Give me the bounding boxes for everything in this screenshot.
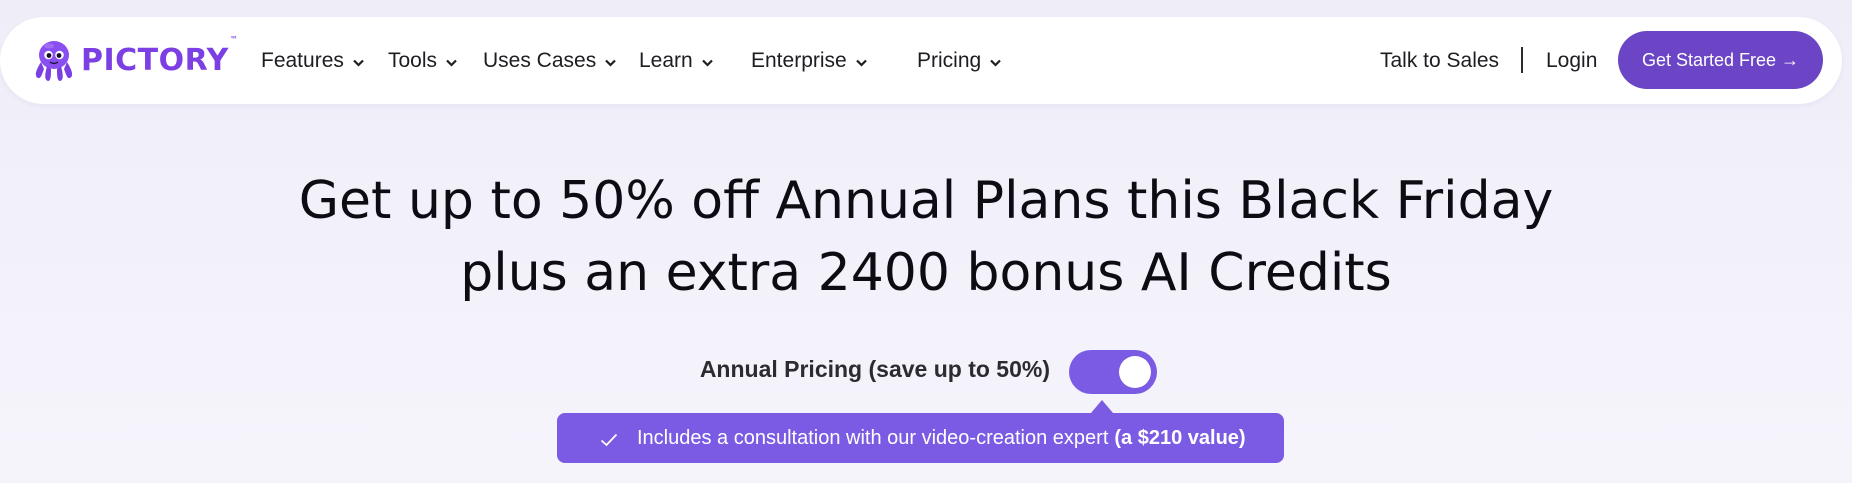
callout-highlight: (a $210 value) <box>1114 426 1246 449</box>
toggle-knob <box>1119 356 1151 388</box>
chevron-down-icon <box>605 59 616 67</box>
talk-to-sales-link[interactable]: Talk to Sales <box>1380 17 1499 104</box>
brand-name: PICTORY <box>81 42 229 78</box>
get-started-free-button[interactable]: Get Started Free → <box>1618 31 1823 89</box>
chevron-down-icon <box>446 59 457 67</box>
octopus-mascot-icon <box>35 41 73 81</box>
chevron-down-icon <box>353 59 364 67</box>
nav-divider <box>1521 47 1523 73</box>
chevron-down-icon <box>855 59 867 67</box>
hero-headline: Get up to 50% off Annual Plans this Blac… <box>0 165 1852 309</box>
trademark-symbol: ™ <box>229 35 238 44</box>
annual-pricing-toggle[interactable] <box>1069 350 1157 394</box>
nav-item-label: Learn <box>639 48 693 72</box>
chevron-down-icon <box>701 59 713 67</box>
nav-item-pricing[interactable]: Pricing <box>917 17 1001 104</box>
login-link[interactable]: Login <box>1546 17 1597 104</box>
callout-text: Includes a consultation with our video-c… <box>637 426 1109 449</box>
annual-pricing-label: Annual Pricing (save up to 50%) <box>699 356 1050 382</box>
nav-item-label: Tools <box>388 48 438 72</box>
callout-pointer <box>1091 400 1113 413</box>
hero-headline-line-1: Get up to 50% off Annual Plans this Blac… <box>298 171 1554 231</box>
nav-item-label: Pricing <box>917 48 982 72</box>
brand-logo[interactable]: PICTORY ™ <box>30 35 238 85</box>
nav-item-features[interactable]: Features <box>261 17 364 104</box>
consultation-callout: Includes a consultation with our video-c… <box>557 413 1284 463</box>
nav-item-learn[interactable]: Learn <box>639 17 713 104</box>
nav-item-label: Uses Cases <box>483 48 597 72</box>
nav-item-label: Features <box>261 48 344 72</box>
chevron-down-icon <box>990 59 1001 67</box>
nav-item-tools[interactable]: Tools <box>388 17 457 104</box>
check-icon <box>600 433 618 446</box>
nav-item-enterprise[interactable]: Enterprise <box>751 17 867 104</box>
nav-item-label: Enterprise <box>751 48 847 72</box>
top-navbar: PICTORY ™ Features Tools Uses Cases Lear… <box>0 17 1842 104</box>
hero-headline-line-2: plus an extra 2400 bonus AI Credits <box>460 243 1392 303</box>
nav-item-use-cases[interactable]: Uses Cases <box>483 17 616 104</box>
